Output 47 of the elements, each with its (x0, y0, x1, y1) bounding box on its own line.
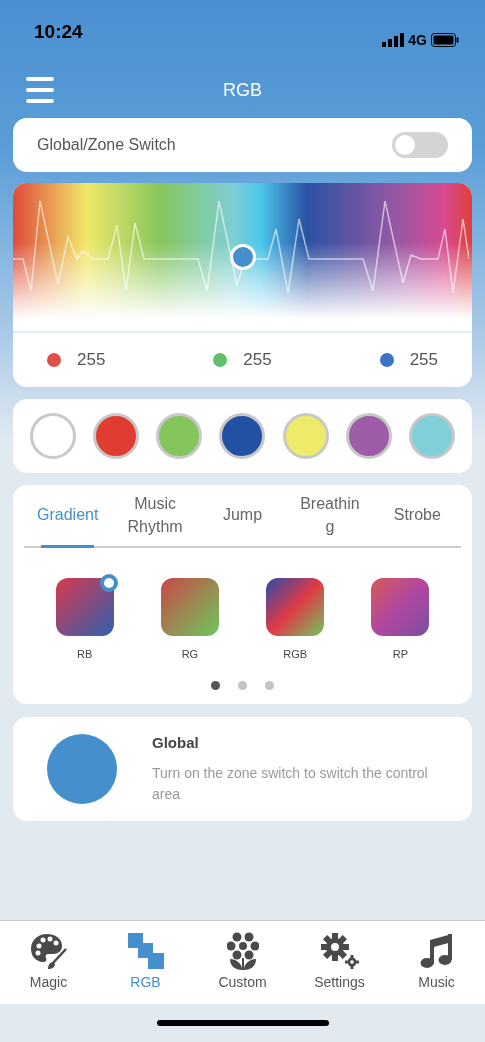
switch-label: Global/Zone Switch (37, 135, 176, 155)
toggle-switch[interactable] (392, 132, 448, 158)
selected-indicator (99, 574, 118, 592)
page-title: RGB (223, 78, 262, 102)
network-label: 4G (408, 30, 427, 50)
gradient-tile[interactable] (371, 578, 430, 636)
mode-tab[interactable]: Gradient (24, 493, 112, 546)
tab-bar-item[interactable]: Settings (291, 921, 388, 1004)
picker-handle[interactable] (229, 244, 256, 270)
status-time: 10:24 (34, 20, 83, 44)
tab-bar-item[interactable]: Magic (0, 921, 97, 1004)
gears-icon (319, 932, 360, 970)
channel-value: 255 (409, 349, 438, 372)
color-swatch[interactable] (156, 413, 203, 459)
color-swatch[interactable] (345, 413, 392, 459)
tab-bar-item[interactable]: RGB (97, 921, 194, 1004)
tile-label: RB (77, 647, 93, 662)
mode-tab[interactable]: Jump (198, 493, 287, 546)
color-swatch[interactable] (219, 413, 266, 459)
gradient-tile[interactable] (266, 578, 325, 636)
color-swatch[interactable] (282, 413, 329, 459)
zone-title: Global (152, 733, 200, 754)
page-dot[interactable] (211, 680, 220, 690)
page-dot[interactable] (265, 680, 274, 690)
zone-description: Turn on the zone switch to switch the control area (152, 763, 429, 804)
page-dot[interactable] (238, 680, 247, 690)
music-note-icon (419, 932, 454, 970)
mode-tab[interactable]: Music Rhythm (111, 493, 199, 546)
mode-tab[interactable]: Strobe (373, 493, 462, 546)
squares-icon (126, 932, 165, 970)
channel-value: 255 (243, 349, 272, 372)
gradient-tile[interactable] (160, 578, 219, 636)
signal-icon (382, 33, 405, 47)
flower-icon (226, 932, 259, 970)
palette-icon (28, 932, 69, 970)
tile-label: RP (392, 647, 408, 662)
battery-icon (431, 33, 459, 47)
color-swatch[interactable] (408, 413, 455, 459)
channel-value: 255 (77, 349, 106, 372)
tab-bar-item[interactable]: Custom (194, 921, 291, 1004)
menu-icon[interactable] (26, 77, 54, 103)
color-swatch[interactable] (30, 413, 76, 459)
tile-label: RG (181, 647, 199, 662)
tab-bar-item[interactable]: Music (388, 921, 485, 1004)
mode-tab[interactable]: Breathin g (286, 493, 374, 546)
tile-label: RGB (283, 647, 308, 662)
color-swatch[interactable] (93, 413, 140, 459)
